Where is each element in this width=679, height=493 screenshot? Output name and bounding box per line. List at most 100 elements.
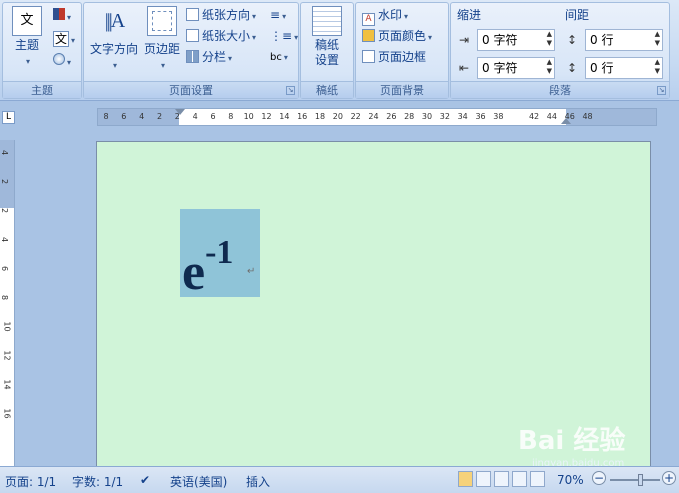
breaks-icon: ≡ <box>270 8 281 22</box>
zoom-level[interactable]: 70% <box>557 473 584 487</box>
language[interactable]: 英语(美国) <box>170 473 227 490</box>
spacing-after-icon: ↕ <box>567 61 578 75</box>
indent-left-input[interactable]: 0 字符 ▲ ▼ <box>477 29 555 51</box>
ruler-tick: 4 <box>192 112 198 121</box>
ruler-tick: 46 <box>564 112 575 121</box>
ruler-tick: 4 <box>139 112 145 121</box>
theme-button[interactable]: 文 主题 ▾ <box>7 6 47 69</box>
paragraph-group-title: 段落 <box>451 81 669 98</box>
ruler-tick: 44 <box>546 112 557 121</box>
ruler-tick: 24 <box>368 112 379 121</box>
horizontal-ruler[interactable]: 8 6 4 2 2 4 6 8 10 12 14 16 18 20 22 24 26 28 30 32 34 36 38 42… <box>97 108 657 126</box>
paragraph-launcher-icon[interactable]: ↘ <box>657 86 666 95</box>
ruler-tick: 14 <box>279 112 290 121</box>
ruler-tick: 14 <box>2 379 12 390</box>
proofing-icon[interactable]: ✔ <box>140 473 150 487</box>
size-button[interactable]: 纸张大小 ▾ <box>186 27 256 46</box>
ruler-tick: 28 <box>404 112 415 121</box>
effects-icon <box>53 53 65 65</box>
page-setup-launcher-icon[interactable]: ↘ <box>286 86 295 95</box>
ruler-tick: 8 <box>228 112 234 121</box>
margins-button[interactable]: 页边距 ▾ <box>142 6 182 73</box>
margins-label: 页边距 <box>143 42 180 56</box>
theme-fonts-button[interactable]: 文 ▾ <box>53 30 79 47</box>
page-background-group-title: 页面背景 <box>356 81 448 98</box>
spinner-icon[interactable]: ▲ ▼ <box>547 58 552 76</box>
theme-icon: 文 <box>12 6 42 36</box>
theme-group: 文 主题 ▾ ▾ 文 ▾ ▾ 主题 <box>2 2 82 99</box>
zoom-slider-thumb[interactable] <box>638 474 643 486</box>
web-layout-view-icon[interactable] <box>494 471 509 487</box>
ruler-tick: 10 <box>2 321 12 332</box>
spinner-icon[interactable]: ▲ ▼ <box>655 30 660 48</box>
page-border-button[interactable]: 页面边框 <box>362 48 426 67</box>
orientation-button[interactable]: 纸张方向 ▾ <box>186 6 256 25</box>
zoom-slider[interactable] <box>610 474 660 486</box>
line-numbers-icon: ⋮≡ <box>270 29 293 43</box>
zoom-in-icon[interactable]: + <box>662 471 676 485</box>
ruler-tick: 8 <box>103 112 109 121</box>
right-margin-shade <box>566 109 656 125</box>
spinner-icon[interactable]: ▲ ▼ <box>655 58 660 76</box>
spacing-label: 间距 <box>565 8 590 22</box>
hyphenation-button[interactable]: bc ▾ <box>270 48 288 67</box>
zoom-out-icon[interactable]: − <box>592 471 606 485</box>
ruler-tick: 38 <box>493 112 504 121</box>
text-direction-icon: |||A <box>104 10 125 32</box>
page-size-icon <box>186 29 199 42</box>
spacing-before-input[interactable]: 0 行 ▲ ▼ <box>585 29 663 51</box>
watermark-button[interactable]: A 水印 ▾ <box>362 6 408 26</box>
theme-group-title: 主题 <box>3 81 81 98</box>
indent-right-input[interactable]: 0 字符 ▲ ▼ <box>477 57 555 79</box>
chevron-down-icon: ▾ <box>25 57 30 66</box>
orientation-icon <box>186 8 199 21</box>
breaks-button[interactable]: ≡ ▾ <box>270 6 286 25</box>
page-color-button[interactable]: 页面颜色 ▾ <box>362 27 432 46</box>
columns-icon <box>186 50 199 63</box>
ruler-tick: 48 <box>582 112 593 121</box>
draft-group-title: 稿纸 <box>301 81 353 98</box>
ruler-tick: 22 <box>350 112 361 121</box>
ruler-tick: 4 <box>0 149 10 156</box>
draft-settings-button[interactable]: 稿纸 设置 <box>307 6 347 68</box>
paint-bucket-icon <box>362 29 375 42</box>
watermark-icon: A <box>362 13 375 26</box>
print-layout-view-icon[interactable] <box>458 471 473 487</box>
full-screen-reading-view-icon[interactable] <box>476 471 491 487</box>
indent-right-icon: ⇤ <box>459 61 470 75</box>
word-count[interactable]: 字数: 1/1 <box>72 473 123 490</box>
ruler-tick: 2 <box>174 112 180 121</box>
ruler-tick: 30 <box>421 112 433 121</box>
paragraph-mark: ↵ <box>247 266 256 277</box>
ruler-tick: 34 <box>457 112 468 121</box>
ruler-tick: 16 <box>2 408 12 419</box>
tab-selector[interactable]: L <box>2 111 15 124</box>
hyphenation-icon: bc <box>270 52 282 63</box>
outline-view-icon[interactable] <box>512 471 527 487</box>
text-direction-button[interactable]: |||A 文字方向 ▾ <box>88 6 140 73</box>
ruler-tick: 26 <box>386 112 397 121</box>
formula-text[interactable]: e-1 <box>182 227 233 299</box>
spacing-after-input[interactable]: 0 行 ▲ ▼ <box>585 57 663 79</box>
theme-colors-button[interactable]: ▾ <box>53 8 75 24</box>
ruler-tick: 6 <box>0 265 10 272</box>
vertical-ruler[interactable]: 4 2 2 4 6 8 10 12 14 16 <box>0 140 15 466</box>
columns-button[interactable]: 分栏 ▾ <box>186 48 232 67</box>
draft-view-icon[interactable] <box>530 471 545 487</box>
ruler-tick: 42 <box>528 112 540 121</box>
ruler-tick: 16 <box>297 112 308 121</box>
ruler-tick: 8 <box>0 294 10 301</box>
page-count[interactable]: 页面: 1/1 <box>5 473 56 490</box>
ruler-tick: 6 <box>210 112 216 121</box>
ruler-tick: 18 <box>314 112 326 121</box>
page-setup-group: |||A 文字方向 ▾ 页边距 ▾ 纸张方向 ▾ 纸张大小 ▾ 分栏 ▾ ≡ ▾ ⋮≡ ▾ b… <box>83 2 299 99</box>
ruler-tick: 6 <box>121 112 127 121</box>
fonts-icon: 文 <box>53 31 70 47</box>
color-palette-icon <box>53 8 65 20</box>
insert-mode[interactable]: 插入 <box>246 473 270 490</box>
theme-effects-button[interactable]: ▾ <box>53 53 79 69</box>
page-background-group: A 水印 ▾ 页面颜色 ▾ 页面边框 页面背景 <box>355 2 449 99</box>
line-numbers-button[interactable]: ⋮≡ ▾ <box>270 27 298 46</box>
ruler-tick: 32 <box>439 112 450 121</box>
spinner-icon[interactable]: ▲ ▼ <box>547 30 552 48</box>
